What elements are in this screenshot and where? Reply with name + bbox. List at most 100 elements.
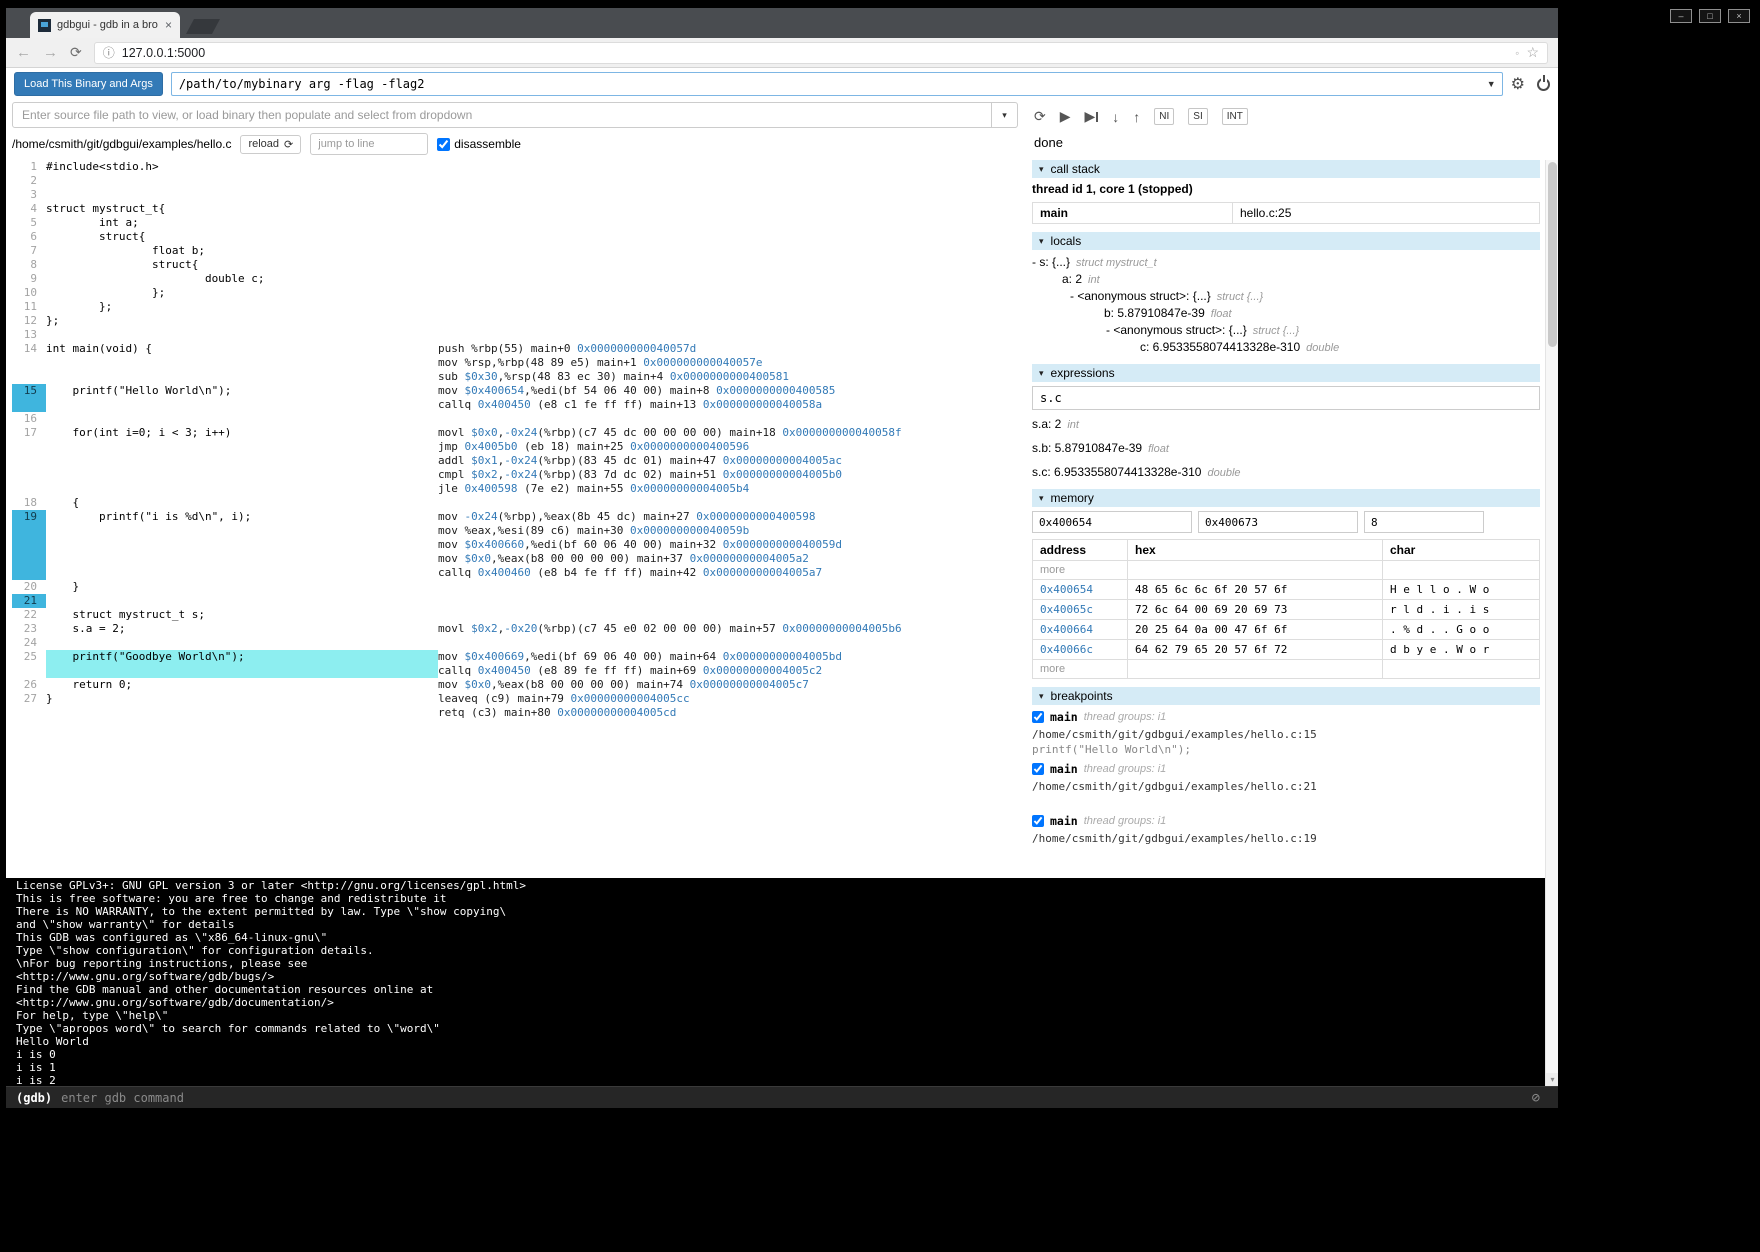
memory-bytes-per-line-input[interactable] <box>1364 511 1484 533</box>
memory-header[interactable]: ▾ memory <box>1032 489 1540 507</box>
frame-location[interactable]: hello.c:25 <box>1233 203 1540 224</box>
line-number[interactable]: 14 <box>12 342 46 384</box>
line-number[interactable]: 9 <box>12 272 46 286</box>
local-variable[interactable]: c: 6.9533558074413328e-310double <box>1032 339 1540 356</box>
line-number[interactable]: 24 <box>12 636 46 650</box>
forward-icon[interactable]: → <box>43 44 58 61</box>
line-number[interactable]: 15 <box>12 384 46 412</box>
line-number[interactable]: 27 <box>12 692 46 720</box>
line-number[interactable]: 25 <box>12 650 46 678</box>
memory-more-link[interactable]: more <box>1033 660 1128 679</box>
page-scrollbar[interactable]: ▾ <box>1545 160 1558 1086</box>
console-output[interactable]: License GPLv3+: GNU GPL version 3 or lat… <box>6 878 1558 1086</box>
local-variable[interactable]: - <anonymous struct>: {...}struct {...} <box>1032 322 1540 339</box>
new-tab-button[interactable] <box>186 19 220 34</box>
breakpoint-location[interactable]: /home/csmith/git/gdbgui/examples/hello.c… <box>1032 728 1540 741</box>
memory-start-address-input[interactable] <box>1032 511 1192 533</box>
gdb-command-input[interactable] <box>61 1091 1522 1105</box>
line-number[interactable]: 11 <box>12 300 46 314</box>
disassemble-toggle[interactable]: disassemble <box>437 137 521 151</box>
step-into-icon[interactable]: ↓ <box>1112 109 1119 125</box>
line-number[interactable]: 19 <box>12 510 46 580</box>
source-file-input[interactable] <box>12 102 992 128</box>
memory-address[interactable]: 0x40066c <box>1033 640 1128 660</box>
load-binary-button[interactable]: Load This Binary and Args <box>14 72 163 96</box>
line-number[interactable]: 26 <box>12 678 46 692</box>
memory-more-link[interactable]: more <box>1033 561 1128 580</box>
breakpoint-location[interactable]: /home/csmith/git/gdbgui/examples/hello.c… <box>1032 780 1540 793</box>
page-action-icon[interactable]: ◦ <box>1515 46 1519 60</box>
step-out-icon[interactable]: ↑ <box>1133 109 1140 125</box>
url-bar[interactable]: ⓘ 127.0.0.1:5000 ◦ ☆ <box>94 42 1548 64</box>
shutdown-power-icon[interactable] <box>1537 78 1550 91</box>
interrupt-button[interactable]: INT <box>1222 108 1248 125</box>
line-number[interactable]: 16 <box>12 412 46 426</box>
line-number[interactable]: 12 <box>12 314 46 328</box>
close-window-button[interactable]: × <box>1728 9 1750 23</box>
breakpoint-location[interactable]: /home/csmith/git/gdbgui/examples/hello.c… <box>1032 832 1540 845</box>
continue-icon[interactable]: ▶ <box>1060 108 1071 125</box>
scrollbar-thumb[interactable] <box>1548 162 1557 347</box>
line-number[interactable]: 6 <box>12 230 46 244</box>
line-number[interactable]: 7 <box>12 244 46 258</box>
breakpoint-checkbox[interactable] <box>1032 711 1044 723</box>
line-number[interactable]: 13 <box>12 328 46 342</box>
settings-gear-icon[interactable]: ⚙ <box>1511 74 1525 94</box>
binary-args-input[interactable] <box>171 72 1503 96</box>
browser-tab[interactable]: gdbgui - gdb in a bro × <box>30 12 180 38</box>
bookmark-star-icon[interactable]: ☆ <box>1526 44 1539 61</box>
line-number[interactable]: 1 <box>12 160 46 174</box>
local-variable[interactable]: - s: {...}struct mystruct_t <box>1032 254 1540 271</box>
line-number[interactable]: 2 <box>12 174 46 188</box>
next-icon[interactable]: ▶ <box>1085 108 1099 125</box>
reload-file-button[interactable]: reload ⟳ <box>240 135 301 154</box>
expressions-header[interactable]: ▾ expressions <box>1032 364 1540 382</box>
stack-frame-row[interactable]: main hello.c:25 <box>1033 203 1540 224</box>
line-number[interactable]: 23 <box>12 622 46 636</box>
breakpoint-checkbox[interactable] <box>1032 763 1044 775</box>
signal-ban-icon[interactable]: ⊘ <box>1532 1090 1540 1106</box>
locals-header[interactable]: ▾ locals <box>1032 232 1540 250</box>
refresh-icon[interactable]: ⟳ <box>70 44 82 61</box>
line-number[interactable]: 10 <box>12 286 46 300</box>
breakpoint-function[interactable]: main <box>1050 814 1078 828</box>
line-number[interactable]: 18 <box>12 496 46 510</box>
breakpoints-header[interactable]: ▾ breakpoints <box>1032 687 1540 705</box>
expression-input[interactable] <box>1032 386 1540 410</box>
url-text[interactable]: 127.0.0.1:5000 <box>122 46 1508 60</box>
binary-dropdown-icon[interactable]: ▼ <box>1487 79 1496 89</box>
site-info-icon[interactable]: ⓘ <box>103 44 115 61</box>
code-line: 7 float b; <box>12 244 1018 258</box>
jump-to-line-input[interactable] <box>310 133 428 155</box>
tab-close-icon[interactable]: × <box>165 18 172 32</box>
line-number[interactable]: 8 <box>12 258 46 272</box>
breakpoint-function[interactable]: main <box>1050 710 1078 724</box>
step-instruction-button[interactable]: SI <box>1188 108 1207 125</box>
call-stack-header[interactable]: ▾ call stack <box>1032 160 1540 178</box>
line-number[interactable]: 20 <box>12 580 46 594</box>
scrollbar-down-arrow[interactable]: ▾ <box>1546 1073 1558 1086</box>
source-file-dropdown-button[interactable]: ▾ <box>992 102 1018 128</box>
line-number[interactable]: 3 <box>12 188 46 202</box>
local-variable[interactable]: - <anonymous struct>: {...}struct {...} <box>1032 288 1540 305</box>
maximize-button[interactable]: □ <box>1699 9 1721 23</box>
line-number[interactable]: 22 <box>12 608 46 622</box>
back-icon[interactable]: ← <box>16 44 31 61</box>
line-number[interactable]: 17 <box>12 426 46 496</box>
memory-end-address-input[interactable] <box>1198 511 1358 533</box>
local-variable[interactable]: b: 5.87910847e-39float <box>1032 305 1540 322</box>
frame-function[interactable]: main <box>1033 203 1233 224</box>
memory-address[interactable]: 0x400654 <box>1033 580 1128 600</box>
disassemble-checkbox[interactable] <box>437 138 450 151</box>
memory-address[interactable]: 0x40065c <box>1033 600 1128 620</box>
line-number[interactable]: 4 <box>12 202 46 216</box>
memory-address[interactable]: 0x400664 <box>1033 620 1128 640</box>
restart-icon[interactable]: ⟳ <box>1034 108 1046 125</box>
line-number[interactable]: 5 <box>12 216 46 230</box>
next-instruction-button[interactable]: NI <box>1154 108 1174 125</box>
local-variable[interactable]: a: 2int <box>1032 271 1540 288</box>
breakpoint-function[interactable]: main <box>1050 762 1078 776</box>
breakpoint-checkbox[interactable] <box>1032 815 1044 827</box>
minimize-button[interactable]: – <box>1670 9 1692 23</box>
line-number[interactable]: 21 <box>12 594 46 608</box>
